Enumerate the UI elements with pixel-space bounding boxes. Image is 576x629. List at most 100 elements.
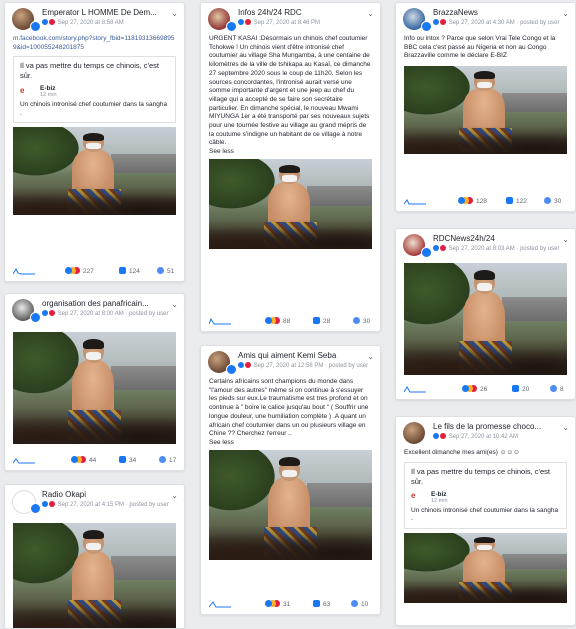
post-meta: Sep 27, 2020 at 8:46 PM (238, 19, 320, 26)
author-name[interactable]: Emperator L HOMME De Dem... (42, 8, 157, 17)
post-image[interactable] (209, 449, 372, 560)
comments-count[interactable]: 20 (512, 385, 529, 393)
post-meta: Sep 27, 2020 at 10:42 AM (433, 433, 518, 440)
post-meta: Sep 27, 2020 at 4:15 PM · posted by user (42, 501, 169, 508)
post-card-infos-rdc[interactable]: Infos 24h/24 RDC Sep 27, 2020 at 8:46 PM… (200, 2, 381, 332)
post-meta: Sep 27, 2020 at 12:58 PM · posted by use… (238, 362, 368, 369)
post-card-brazzanews[interactable]: BrazzaNews Sep 27, 2020 at 4:30 AM · pos… (395, 2, 576, 212)
shares-count[interactable]: 17 (159, 456, 176, 464)
post-card-fils-promesse[interactable]: Le fils de la promesse choco... Sep 27, … (395, 416, 576, 626)
post-link[interactable]: m.facebook.com/story.php?story_fbid=1181… (5, 33, 184, 52)
embed-source: e E-biz 12 min (411, 490, 448, 504)
quote-text: Il va pas mettre du temps ce chinois, c'… (20, 61, 159, 81)
post-image[interactable] (13, 127, 176, 216)
comments-count[interactable]: 122 (506, 197, 527, 205)
facebook-badge-icon (30, 312, 41, 323)
post-image[interactable] (404, 532, 567, 603)
facebook-badge-icon (421, 21, 432, 32)
author-name[interactable]: RDCNews24h/24 (433, 234, 495, 243)
facebook-badge-icon (30, 503, 41, 514)
sparkline-icon (209, 601, 231, 608)
post-meta: Sep 27, 2020 at 4:30 AM · posted by user (433, 19, 559, 26)
shares-count[interactable]: 30 (353, 317, 370, 325)
post-image[interactable] (13, 332, 176, 444)
embed-source: e E-biz 12 min (20, 85, 169, 98)
reactions-count[interactable]: 88 (265, 317, 290, 325)
embed-text: Un chinois intronisé chef coutumier dans… (411, 506, 559, 523)
post-image[interactable] (209, 159, 372, 250)
quote-text: Il va pas mettre du temps ce chinois, c'… (411, 466, 550, 486)
chevron-down-icon[interactable]: ⌄ (171, 300, 178, 309)
post-footer: 31 63 10 (201, 594, 380, 614)
reactions-count[interactable]: 227 (65, 267, 94, 275)
post-card-radio-okapi[interactable]: Radio Okapi Sep 27, 2020 at 4:15 PM · po… (4, 484, 185, 629)
chevron-down-icon[interactable]: ⌄ (562, 235, 569, 244)
facebook-badge-icon (226, 364, 237, 375)
post-text: URGENT KASAI :Désormais un chinois chef … (209, 35, 371, 147)
embedded-post[interactable]: Il va pas mettre du temps ce chinois, c'… (13, 56, 176, 124)
post-image[interactable] (404, 66, 567, 155)
post-footer: 26 20 8 (396, 379, 575, 399)
reactions-icon (65, 267, 72, 274)
post-header: RDCNews24h/24 Sep 27, 2020 at 8:03 AM · … (396, 229, 575, 259)
post-image[interactable] (404, 263, 567, 375)
author-name[interactable]: Le fils de la promesse choco... (433, 422, 541, 431)
post-header: organisation des panafricain... Sep 27, … (5, 294, 184, 324)
chevron-down-icon[interactable]: ⌄ (367, 9, 374, 18)
see-less-link[interactable]: See less (201, 439, 380, 446)
post-text: Excellent dimanche mes ami(es) ☺☺☺ (404, 449, 520, 456)
shares-count[interactable]: 10 (351, 600, 368, 608)
reactions-count[interactable]: 31 (265, 600, 290, 608)
embedded-post[interactable]: Il va pas mettre du temps ce chinois, c'… (404, 461, 567, 529)
facebook-badge-icon (226, 21, 237, 32)
chevron-down-icon[interactable]: ⌄ (562, 9, 569, 18)
post-image[interactable] (13, 523, 176, 628)
shares-count[interactable]: 51 (157, 267, 174, 275)
sparkline-icon (404, 199, 426, 205)
post-date: Sep 27, 2020 at 8:58 AM (57, 20, 124, 26)
comment-icon (119, 267, 126, 274)
chevron-down-icon[interactable]: ⌄ (367, 352, 374, 361)
shares-count[interactable]: 30 (544, 197, 561, 205)
author-name[interactable]: Amis qui aiment Kemi Seba (238, 351, 336, 360)
comments-count[interactable]: 124 (119, 267, 140, 275)
post-card-organisation[interactable]: organisation des panafricain... Sep 27, … (4, 293, 185, 471)
post-footer: 227 124 51 (5, 261, 184, 281)
post-header: Infos 24h/24 RDC Sep 27, 2020 at 8:46 PM… (201, 3, 380, 33)
embed-time: 12 min (40, 92, 57, 99)
post-card-amis-kemi-seba[interactable]: Amis qui aiment Kemi Seba Sep 27, 2020 a… (200, 345, 381, 615)
post-header: Le fils de la promesse choco... Sep 27, … (396, 417, 575, 447)
reactions-count[interactable]: 44 (71, 456, 96, 464)
reactions-count[interactable]: 128 (458, 197, 487, 205)
post-header: Amis qui aiment Kemi Seba Sep 27, 2020 a… (201, 346, 380, 376)
comments-count[interactable]: 34 (119, 456, 136, 464)
post-meta: Sep 27, 2020 at 8:00 AM · posted by user (42, 310, 168, 317)
chevron-down-icon[interactable]: ⌄ (171, 491, 178, 500)
chevron-down-icon[interactable]: ⌄ (562, 423, 569, 432)
post-meta: Sep 27, 2020 at 8:03 AM · posted by user (433, 245, 559, 252)
post-footer: 88 28 30 (201, 311, 380, 331)
sparkline-icon (209, 317, 231, 325)
author-name[interactable]: organisation des panafricain... (42, 299, 149, 308)
e-biz-logo-icon: e (411, 491, 416, 501)
chevron-down-icon[interactable]: ⌄ (171, 9, 178, 18)
post-card-emperator[interactable]: Emperator L HOMME De Dem... Sep 27, 2020… (4, 2, 185, 282)
post-header: Emperator L HOMME De Dem... Sep 27, 2020… (5, 3, 184, 33)
author-name[interactable]: BrazzaNews (433, 8, 478, 17)
see-less-link[interactable]: See less (201, 148, 380, 155)
comments-count[interactable]: 63 (313, 600, 330, 608)
facebook-icon (42, 19, 48, 25)
avatar[interactable] (403, 422, 425, 444)
author-name[interactable]: Infos 24h/24 RDC (238, 8, 302, 17)
embed-name: E-biz (40, 85, 56, 93)
reactions-count[interactable]: 26 (462, 385, 487, 393)
post-card-rdcnews[interactable]: RDCNews24h/24 Sep 27, 2020 at 8:03 AM · … (395, 228, 576, 400)
shares-count[interactable]: 8 (550, 385, 564, 393)
comments-count[interactable]: 28 (313, 317, 330, 325)
post-header: Radio Okapi Sep 27, 2020 at 4:15 PM · po… (5, 485, 184, 515)
share-icon (157, 267, 164, 274)
facebook-badge-icon (30, 21, 41, 32)
embed-text: Un chinois intronisé chef coutumier dans… (20, 101, 168, 117)
post-meta: Sep 27, 2020 at 8:58 AM (42, 19, 124, 26)
author-name[interactable]: Radio Okapi (42, 490, 86, 499)
